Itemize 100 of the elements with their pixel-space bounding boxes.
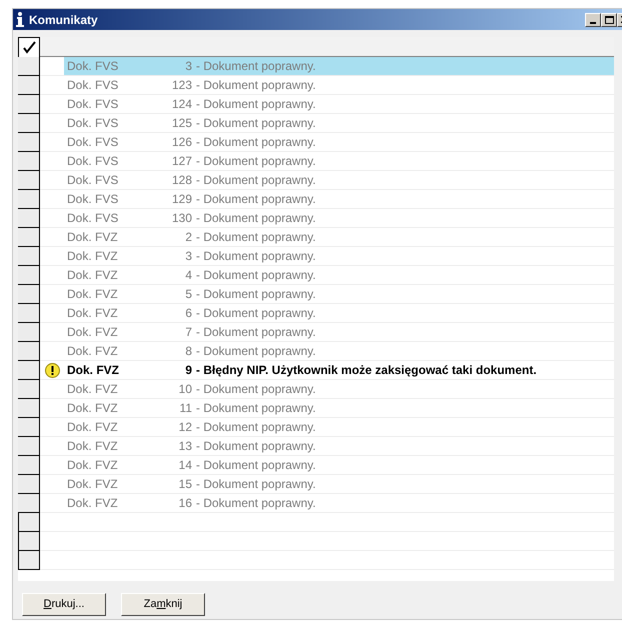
document-number: 13 bbox=[178, 438, 192, 455]
document-type: Dok. FVZ bbox=[66, 381, 119, 398]
message-row[interactable]: Dok. FVS 3 - Dokument poprawny. bbox=[64, 57, 614, 75]
message-row[interactable]: Dok. FVZ 6 - Dokument poprawny. bbox=[64, 304, 614, 322]
message-text: - Dokument poprawny. bbox=[195, 419, 316, 436]
row-marker[interactable] bbox=[18, 304, 40, 323]
document-type: Dok. FVZ bbox=[66, 305, 119, 322]
row-marker[interactable] bbox=[18, 285, 40, 304]
row-marker[interactable] bbox=[18, 171, 40, 190]
row-marker[interactable] bbox=[18, 57, 40, 76]
row-marker[interactable] bbox=[18, 456, 40, 475]
message-row[interactable]: Dok. FVS 124 - Dokument poprawny. bbox=[64, 95, 614, 113]
message-row[interactable]: Dok. FVZ 10 - Dokument poprawny. bbox=[64, 380, 614, 398]
document-number: 123 bbox=[170, 77, 192, 94]
document-type: Dok. FVS bbox=[66, 58, 120, 75]
message-text: - Dokument poprawny. bbox=[195, 324, 316, 341]
row-marker[interactable] bbox=[18, 437, 40, 456]
message-row[interactable]: Dok. FVZ 9 - Błędny NIP. Użytkownik może zaksięgować taki dokument. bbox=[64, 361, 614, 379]
row-marker[interactable] bbox=[18, 266, 40, 285]
message-text: - Dokument poprawny. bbox=[195, 305, 316, 322]
row-marker[interactable] bbox=[18, 76, 40, 95]
row-marker[interactable] bbox=[18, 513, 40, 532]
row-marker[interactable] bbox=[18, 418, 40, 437]
maximize-icon bbox=[604, 16, 614, 24]
row-marker[interactable] bbox=[18, 190, 40, 209]
message-text: - Dokument poprawny. bbox=[195, 286, 316, 303]
row-marker[interactable] bbox=[18, 114, 40, 133]
document-number: 129 bbox=[170, 191, 192, 208]
message-row[interactable]: Dok. FVS 130 - Dokument poprawny. bbox=[64, 209, 614, 227]
message-row[interactable]: Dok. FVS 125 - Dokument poprawny. bbox=[64, 114, 614, 132]
message-text: - Dokument poprawny. bbox=[195, 210, 316, 227]
row-marker[interactable] bbox=[18, 209, 40, 228]
document-number: 12 bbox=[178, 419, 192, 436]
dialog-button[interactable]: Drukuj... bbox=[22, 593, 106, 616]
row-marker[interactable] bbox=[18, 494, 40, 513]
message-text: - Dokument poprawny. bbox=[195, 457, 316, 474]
message-text: - Dokument poprawny. bbox=[195, 476, 316, 493]
message-row[interactable]: Dok. FVS 128 - Dokument poprawny. bbox=[64, 171, 614, 189]
message-text: - Dokument poprawny. bbox=[195, 267, 316, 284]
row-marker[interactable] bbox=[18, 152, 40, 171]
document-type: Dok. FVZ bbox=[66, 343, 119, 360]
document-number: 9 bbox=[184, 362, 192, 379]
message-row[interactable]: Dok. FVZ 5 - Dokument poprawny. bbox=[64, 285, 614, 303]
row-marker[interactable] bbox=[18, 551, 40, 570]
document-number: 15 bbox=[178, 476, 192, 493]
message-row[interactable]: Dok. FVZ 11 - Dokument poprawny. bbox=[64, 399, 614, 417]
document-type: Dok. FVS bbox=[66, 210, 120, 227]
message-text: - Dokument poprawny. bbox=[195, 172, 316, 189]
document-type: Dok. FVS bbox=[66, 134, 120, 151]
window-title: Komunikaty bbox=[29, 12, 98, 28]
row-marker[interactable] bbox=[18, 380, 40, 399]
document-number: 130 bbox=[170, 210, 192, 227]
message-row[interactable]: Dok. FVZ 2 - Dokument poprawny. bbox=[64, 228, 614, 246]
message-text: - Dokument poprawny. bbox=[195, 96, 316, 113]
document-type: Dok. FVS bbox=[66, 96, 120, 113]
message-row[interactable]: Dok. FVZ 12 - Dokument poprawny. bbox=[64, 418, 614, 436]
document-number: 128 bbox=[170, 172, 192, 189]
message-text: - Błędny NIP. Użytkownik może zaksięgować taki dokument. bbox=[195, 362, 537, 379]
message-row[interactable]: Dok. FVZ 8 - Dokument poprawny. bbox=[64, 342, 614, 360]
message-row[interactable]: Dok. FVS 129 - Dokument poprawny. bbox=[64, 190, 614, 208]
message-row[interactable]: Dok. FVS 123 - Dokument poprawny. bbox=[64, 76, 614, 94]
document-type: Dok. FVZ bbox=[66, 324, 119, 341]
row-marker[interactable] bbox=[18, 133, 40, 152]
document-number: 126 bbox=[170, 134, 192, 151]
row-marker[interactable] bbox=[18, 361, 40, 380]
message-row[interactable]: Dok. FVZ 14 - Dokument poprawny. bbox=[64, 456, 614, 474]
message-row[interactable]: Dok. FVZ 7 - Dokument poprawny. bbox=[64, 323, 614, 341]
minimize-button[interactable] bbox=[585, 12, 601, 26]
message-text: - Dokument poprawny. bbox=[195, 381, 316, 398]
row-marker[interactable] bbox=[18, 342, 40, 361]
message-text: - Dokument poprawny. bbox=[195, 438, 316, 455]
info-icon bbox=[16, 12, 24, 27]
document-type: Dok. FVS bbox=[66, 153, 120, 170]
row-marker[interactable] bbox=[18, 399, 40, 418]
document-number: 127 bbox=[170, 153, 192, 170]
maximize-button[interactable] bbox=[601, 12, 617, 26]
message-text: - Dokument poprawny. bbox=[195, 400, 316, 417]
document-type: Dok. FVZ bbox=[66, 248, 119, 265]
dialog-button[interactable]: Zamknij bbox=[121, 593, 205, 616]
document-number: 2 bbox=[184, 229, 192, 246]
message-row[interactable]: Dok. FVZ 4 - Dokument poprawny. bbox=[64, 266, 614, 284]
row-marker[interactable] bbox=[18, 323, 40, 342]
message-row[interactable]: Dok. FVS 126 - Dokument poprawny. bbox=[64, 133, 614, 151]
row-marker[interactable] bbox=[18, 228, 40, 247]
message-row[interactable]: Dok. FVZ 16 - Dokument poprawny. bbox=[64, 494, 614, 512]
document-number: 8 bbox=[184, 343, 192, 360]
document-number: 14 bbox=[178, 457, 192, 474]
message-text: - Dokument poprawny. bbox=[195, 77, 316, 94]
message-text: - Dokument poprawny. bbox=[195, 191, 316, 208]
message-row[interactable]: Dok. FVZ 13 - Dokument poprawny. bbox=[64, 437, 614, 455]
row-marker[interactable] bbox=[18, 532, 40, 551]
message-row[interactable]: Dok. FVZ 3 - Dokument poprawny. bbox=[64, 247, 614, 265]
message-row[interactable]: Dok. FVS 127 - Dokument poprawny. bbox=[64, 152, 614, 170]
row-marker[interactable] bbox=[18, 247, 40, 266]
row-marker[interactable] bbox=[18, 475, 40, 494]
check-column-header[interactable] bbox=[18, 37, 40, 58]
message-row[interactable]: Dok. FVZ 15 - Dokument poprawny. bbox=[64, 475, 614, 493]
row-marker[interactable] bbox=[18, 95, 40, 114]
document-number: 124 bbox=[170, 96, 192, 113]
message-text: - Dokument poprawny. bbox=[195, 58, 316, 75]
